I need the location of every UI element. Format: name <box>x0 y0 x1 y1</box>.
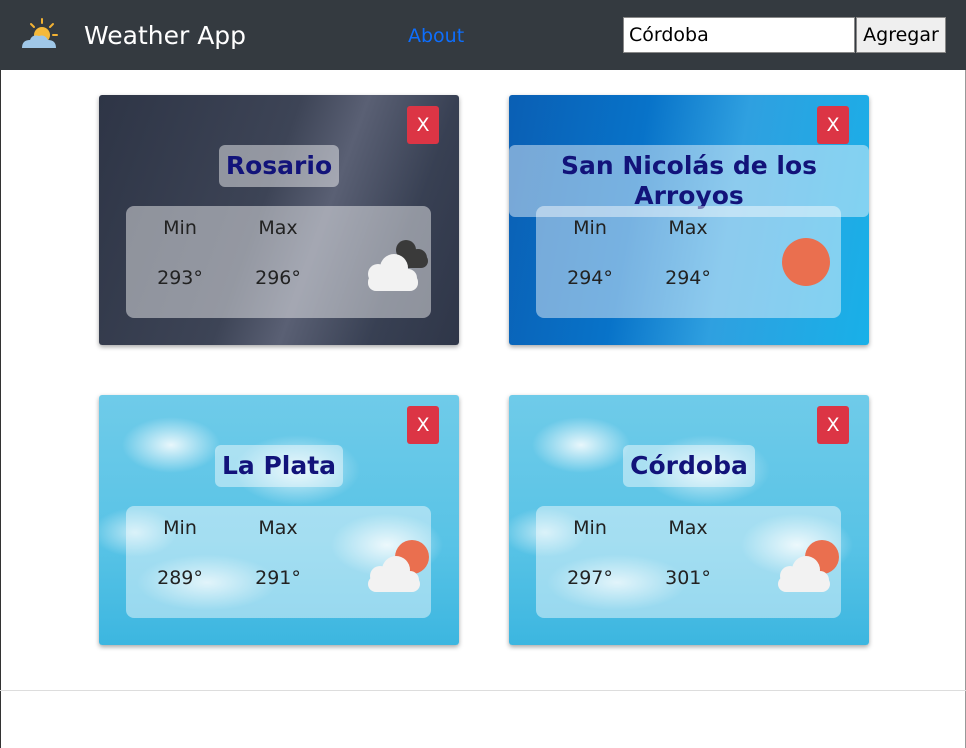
city-name: Córdoba <box>623 445 755 487</box>
close-card-button[interactable]: X <box>407 106 439 144</box>
max-label: Max <box>668 517 708 539</box>
page-left-border <box>0 70 1 748</box>
max-temp: 296° <box>255 267 301 289</box>
min-temp: 297° <box>567 567 613 589</box>
min-temp: 289° <box>157 567 203 589</box>
min-label: Min <box>163 517 197 539</box>
city-name: La Plata <box>214 445 344 487</box>
min-label: Min <box>163 217 197 239</box>
sun-behind-cloud-icon <box>778 540 839 592</box>
close-card-button[interactable]: X <box>817 106 849 144</box>
sun-icon <box>782 238 830 286</box>
temperature-panel: Min Max 294° 294° <box>536 206 841 318</box>
city-search-input[interactable] <box>623 17 855 53</box>
dark-clouds-icon <box>368 240 428 291</box>
min-label: Min <box>573 517 607 539</box>
max-temp: 294° <box>665 267 711 289</box>
min-label: Min <box>573 217 607 239</box>
max-label: Max <box>668 217 708 239</box>
footer-divider <box>0 690 966 691</box>
navbar: Weather App About Agregar <box>0 0 966 70</box>
max-label: Max <box>258 217 298 239</box>
sun-behind-cloud-icon <box>368 540 429 592</box>
temperature-panel: Min Max 289° 291° <box>126 506 431 618</box>
temperature-panel: Min Max 297° 301° <box>536 506 841 618</box>
min-temp: 294° <box>567 267 613 289</box>
weather-card-san-nicolas: X San Nicolás de los Arroyos Min Max 294… <box>509 95 869 345</box>
city-name: Rosario <box>218 145 340 187</box>
min-temp: 293° <box>157 267 203 289</box>
sun-behind-cloud-logo-icon <box>22 18 58 48</box>
close-card-button[interactable]: X <box>817 406 849 444</box>
add-city-button[interactable]: Agregar <box>856 17 946 53</box>
close-card-button[interactable]: X <box>407 406 439 444</box>
max-label: Max <box>258 517 298 539</box>
weather-card-rosario: X Rosario Min Max 293° 296° <box>99 95 459 345</box>
weather-card-cordoba: X Córdoba Min Max 297° 301° <box>509 395 869 645</box>
max-temp: 301° <box>665 567 711 589</box>
about-link[interactable]: About <box>408 24 464 48</box>
weather-card-la-plata: X La Plata Min Max 289° 291° <box>99 395 459 645</box>
temperature-panel: Min Max 293° 296° <box>126 206 431 318</box>
max-temp: 291° <box>255 567 301 589</box>
app-title: Weather App <box>84 21 247 50</box>
